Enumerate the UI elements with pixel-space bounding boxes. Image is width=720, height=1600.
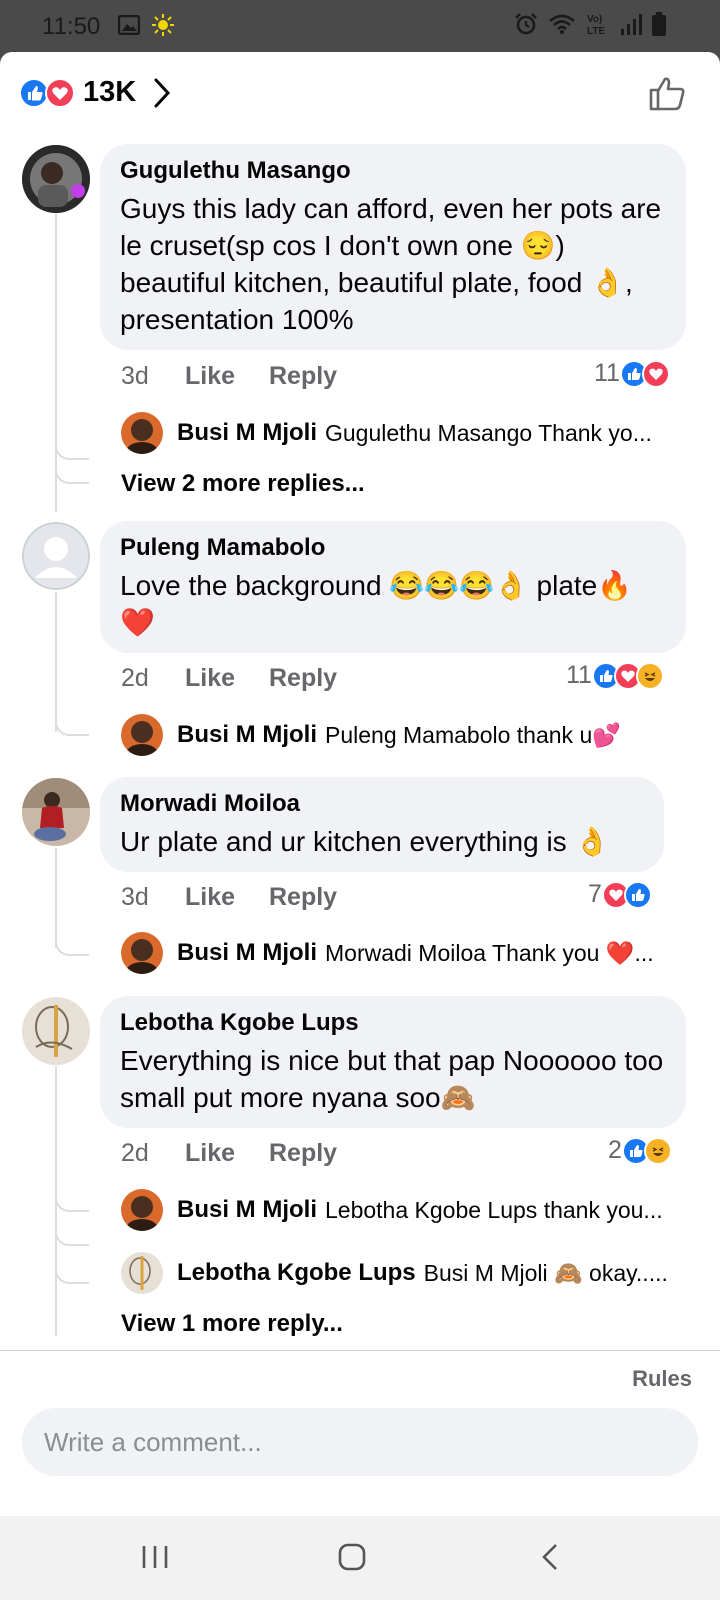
reply-author[interactable]: Busi M Mjoli: [177, 721, 317, 749]
sun-icon: [152, 14, 174, 41]
comment-actions: 2d Like Reply: [121, 1139, 337, 1168]
status-bar: 11:50 Vo) LTE: [0, 0, 720, 52]
comment-time: 2d: [121, 1139, 149, 1167]
reply-item[interactable]: Busi M Mjoli Lebotha Kgobe Lups thank yo…: [121, 1189, 663, 1231]
reply-button[interactable]: Reply: [269, 883, 337, 912]
divider: [0, 1350, 720, 1351]
comment-author[interactable]: Lebotha Kgobe Lups: [120, 1008, 666, 1038]
comment-actions: 2d Like Reply: [121, 664, 337, 693]
like-button[interactable]: Like: [185, 664, 269, 693]
reply-author[interactable]: Lebotha Kgobe Lups: [177, 1259, 416, 1287]
avatar[interactable]: [22, 145, 90, 213]
reply-author[interactable]: Busi M Mjoli: [177, 1196, 317, 1224]
reply-author[interactable]: Busi M Mjoli: [177, 419, 317, 447]
reply-author[interactable]: Busi M Mjoli: [177, 939, 317, 967]
reply-text: Lebotha Kgobe Lups thank you...: [325, 1196, 663, 1223]
comment-reaction-count: 7: [588, 880, 602, 908]
chevron-right-icon[interactable]: [152, 77, 172, 114]
avatar[interactable]: [22, 522, 90, 590]
reply-text: Morwadi Moiloa Thank you ❤️...: [325, 939, 654, 966]
like-button[interactable]: Like: [185, 883, 269, 912]
reply-avatar[interactable]: [121, 1252, 163, 1294]
comment-time: 3d: [121, 883, 149, 911]
thread-hook: [55, 456, 89, 484]
system-nav-bar: [0, 1516, 720, 1600]
thread-hook: [55, 706, 89, 736]
comment-time: 2d: [121, 664, 149, 692]
haha-reaction-icon: [643, 1136, 672, 1165]
comment-actions: 3d Like Reply: [121, 362, 337, 391]
comment-actions: 3d Like Reply: [121, 883, 337, 912]
thread-hook: [55, 1212, 89, 1246]
recent-apps-icon[interactable]: [140, 1542, 170, 1577]
reply-text: Busi M Mjoli 🙈 okay.....: [423, 1259, 668, 1286]
reactions-header: 13K: [0, 52, 720, 136]
comment-bubble[interactable]: Gugulethu Masango Guys this lady can aff…: [100, 144, 686, 350]
volte-icon: Vo) LTE: [586, 12, 610, 41]
like-button[interactable]: Like: [185, 1139, 269, 1168]
reply-text: Gugulethu Masango Thank yo...: [325, 419, 652, 446]
comment-input[interactable]: Write a comment...: [22, 1408, 698, 1476]
reply-button[interactable]: Reply: [269, 362, 337, 391]
comment-bubble[interactable]: Puleng Mamabolo Love the background 😂😂😂👌…: [100, 521, 686, 653]
gallery-icon: [117, 14, 141, 40]
reply-avatar[interactable]: [121, 412, 163, 454]
reply-avatar[interactable]: [121, 932, 163, 974]
comment-bubble[interactable]: Lebotha Kgobe Lups Everything is nice bu…: [100, 996, 686, 1128]
signal-icon: [620, 13, 642, 40]
view-more-replies-link[interactable]: View 2 more replies...: [121, 470, 365, 498]
back-icon[interactable]: [538, 1542, 562, 1577]
comment-text: Guys this lady can afford, even her pots…: [120, 193, 662, 335]
comment-author[interactable]: Morwadi Moiloa: [120, 789, 644, 819]
svg-text:Vo): Vo): [587, 14, 602, 25]
comment-reaction-count: 2: [608, 1136, 622, 1164]
comment-text: Love the background 😂😂😂👌 plate🔥❤️: [120, 570, 633, 638]
reaction-summary[interactable]: [18, 77, 78, 108]
thread-hook: [55, 1246, 89, 1284]
thread-hook: [55, 1182, 89, 1212]
comment-reactions[interactable]: 11: [594, 359, 670, 388]
battery-icon: [652, 12, 666, 41]
reply-button[interactable]: Reply: [269, 664, 337, 693]
status-time: 11:50: [42, 13, 101, 40]
reply-text: Puleng Mamabolo thank u💕: [325, 721, 621, 748]
wifi-icon: [548, 13, 576, 40]
comment-reaction-count: 11: [594, 359, 620, 387]
reply-item[interactable]: Busi M Mjoli Puleng Mamabolo thank u💕: [121, 714, 621, 756]
rules-link[interactable]: Rules: [632, 1366, 692, 1392]
comment-author[interactable]: Gugulethu Masango: [120, 156, 666, 186]
avatar[interactable]: [22, 778, 90, 846]
haha-reaction-icon: [635, 661, 664, 690]
alarm-icon: [514, 12, 538, 41]
comment-input-placeholder: Write a comment...: [44, 1426, 262, 1457]
comments-sheet: 13K Gugulethu Masango Guys this lady can…: [0, 52, 720, 1516]
view-more-replies-link[interactable]: View 1 more reply...: [121, 1310, 343, 1338]
like-reaction-icon: [623, 880, 652, 909]
comment-reactions[interactable]: 11: [566, 661, 664, 690]
love-reaction-icon: [641, 359, 670, 388]
comment-time: 3d: [121, 362, 149, 390]
reaction-count[interactable]: 13K: [83, 76, 136, 109]
reply-item[interactable]: Busi M Mjoli Morwadi Moiloa Thank you ❤️…: [121, 932, 654, 974]
comment-author[interactable]: Puleng Mamabolo: [120, 533, 666, 563]
comment-reactions[interactable]: 7: [588, 880, 652, 909]
like-button[interactable]: Like: [185, 362, 269, 391]
svg-text:LTE: LTE: [587, 26, 605, 36]
home-icon[interactable]: [337, 1542, 367, 1577]
comment-reactions[interactable]: 2: [608, 1136, 672, 1165]
comment-text: Everything is nice but that pap Noooooo …: [120, 1045, 664, 1113]
reply-avatar[interactable]: [121, 1189, 163, 1231]
reply-button[interactable]: Reply: [269, 1139, 337, 1168]
thread-hook: [55, 926, 89, 956]
reply-item[interactable]: Lebotha Kgobe Lups Busi M Mjoli 🙈 okay..…: [121, 1252, 668, 1294]
avatar[interactable]: [22, 997, 90, 1065]
comment-reaction-count: 11: [566, 661, 592, 689]
comment-text: Ur plate and ur kitchen everything is 👌: [120, 826, 610, 857]
thumbs-up-outline-icon[interactable]: [648, 74, 686, 117]
reply-item[interactable]: Busi M Mjoli Gugulethu Masango Thank yo.…: [121, 412, 652, 454]
comment-bubble[interactable]: Morwadi Moiloa Ur plate and ur kitchen e…: [100, 777, 664, 872]
reply-avatar[interactable]: [121, 714, 163, 756]
